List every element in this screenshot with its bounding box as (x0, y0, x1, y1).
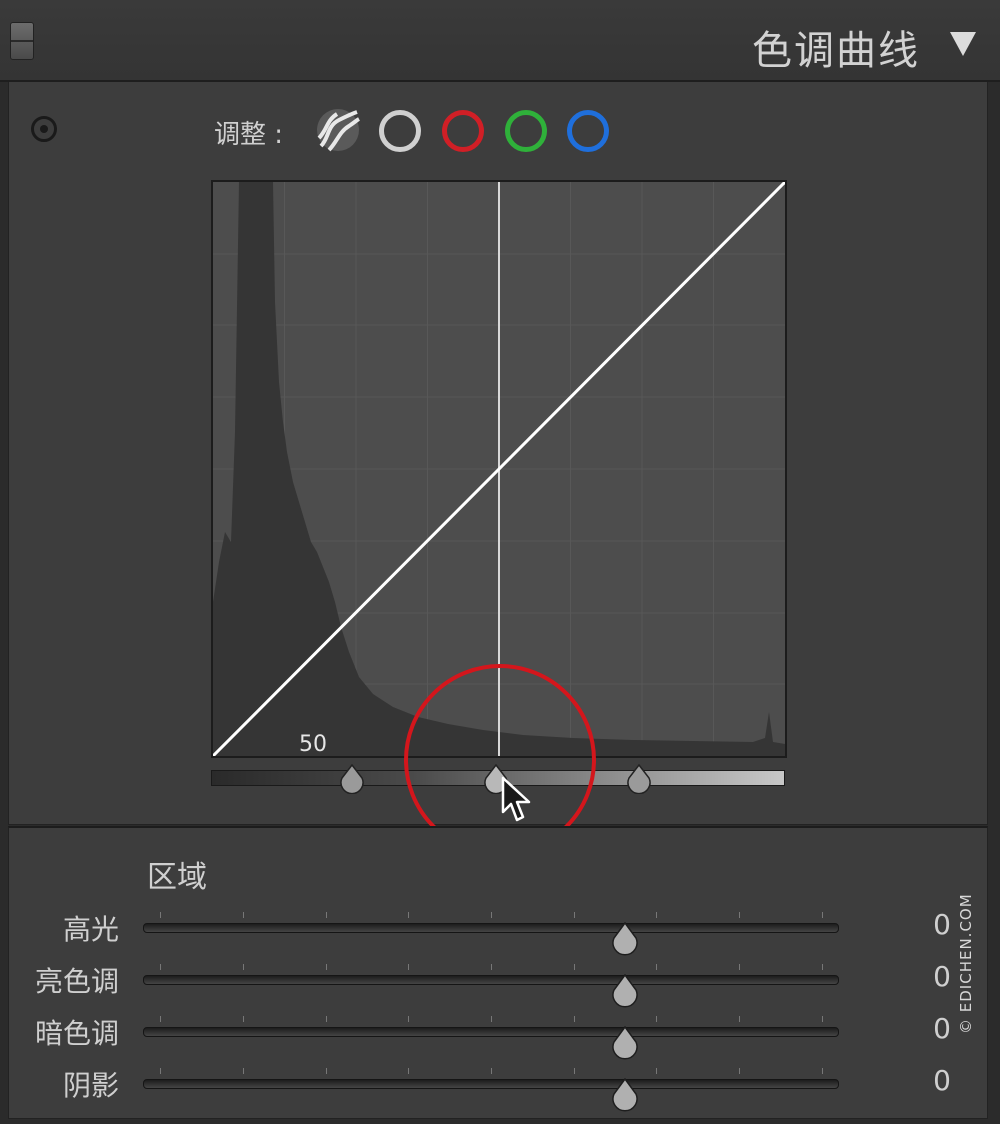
split-handle-shadows[interactable] (337, 764, 367, 794)
curve-point-value: 50 (299, 732, 327, 757)
slider-row-shadows: 阴影 0 (9, 1062, 987, 1112)
channel-rgb-circle-icon[interactable] (379, 110, 421, 152)
panel-title: 色调曲线 (752, 28, 920, 74)
slider-label: 暗色调 (34, 1017, 119, 1050)
slider-label: 高光 (62, 913, 119, 946)
slider-row-lights: 亮色调 0 (9, 958, 987, 1008)
panel-toggle-switch[interactable] (10, 22, 34, 60)
slider-thumb[interactable] (609, 974, 641, 1008)
slider-row-highlights: 高光 0 (9, 906, 987, 956)
channel-green-circle-icon[interactable] (505, 110, 547, 152)
target-adjustment-icon[interactable] (31, 116, 57, 142)
channel-red-circle-icon[interactable] (442, 110, 484, 152)
parametric-curve-icon[interactable] (315, 108, 361, 152)
watermark: © EDICHEN.COM (957, 893, 975, 1034)
slider-row-darks: 暗色调 0 (9, 1010, 987, 1060)
split-handle-highlights[interactable] (624, 764, 654, 794)
slider-value[interactable]: 0 (933, 1012, 951, 1045)
slider-track[interactable] (143, 1068, 839, 1112)
slider-thumb[interactable] (609, 922, 641, 956)
panel-header[interactable]: 色调曲线 (0, 0, 1000, 82)
adjust-label: 调整 : (214, 120, 284, 150)
region-section: 区域 高光 0 亮色调 0 暗色调 0 阴影 0 (8, 826, 988, 1119)
slider-label: 亮色调 (34, 965, 119, 998)
collapse-triangle-icon[interactable] (950, 32, 976, 56)
slider-thumb[interactable] (609, 1078, 641, 1112)
channel-blue-circle-icon[interactable] (567, 110, 609, 152)
slider-thumb[interactable] (609, 1026, 641, 1060)
slider-value[interactable]: 0 (933, 908, 951, 941)
slider-label: 阴影 (62, 1069, 119, 1102)
region-title: 区域 (147, 860, 207, 895)
slider-value[interactable]: 0 (933, 1064, 951, 1097)
slider-track[interactable] (143, 912, 839, 956)
slider-track[interactable] (143, 1016, 839, 1060)
slider-track[interactable] (143, 964, 839, 1008)
mouse-pointer-icon (501, 776, 531, 822)
slider-value[interactable]: 0 (933, 960, 951, 993)
